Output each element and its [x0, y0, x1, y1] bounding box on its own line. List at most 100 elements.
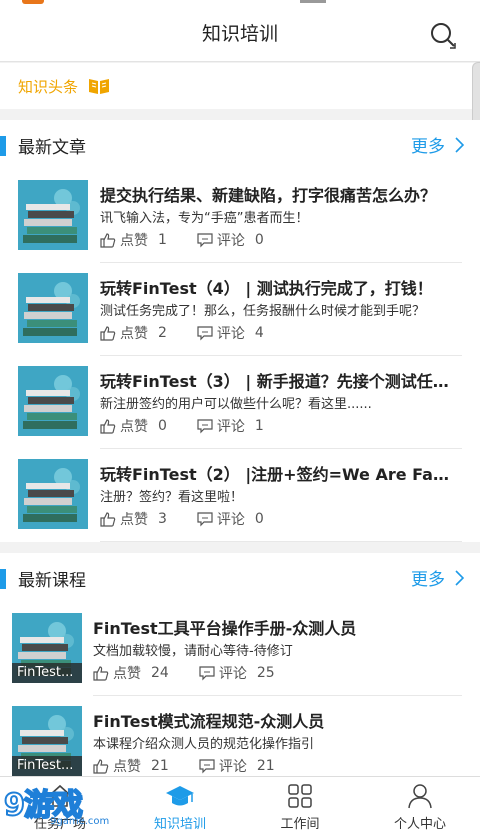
app-header: 知识培训 — [0, 6, 480, 62]
tab-label: 工作间 — [280, 817, 320, 832]
item-thumbnail: FinTest... — [12, 613, 82, 683]
like-button[interactable]: 点赞 1 — [100, 230, 167, 250]
course-item[interactable]: FinTest... FinTest工具平台操作手册-众测人员文档加载较慢，请耐心… — [0, 603, 480, 696]
tab-workspace[interactable]: 工作间 — [240, 777, 360, 832]
comment-button[interactable]: 评论 25 — [199, 663, 275, 683]
item-title: 提交执行结果、新建缺陷，打字很痛苦怎么办？ — [100, 186, 437, 205]
item-meta: 点赞 21 评论 21 — [93, 756, 275, 776]
item-title: 玩转FinTest（4） | 测试执行完成了，打钱！ — [100, 279, 433, 298]
item-thumbnail: FinTest... — [12, 706, 82, 776]
like-count: 0 — [158, 418, 167, 434]
like-button[interactable]: 点赞 2 — [100, 323, 167, 343]
courses-header: 最新课程 更多 — [0, 553, 480, 603]
section-accent-bar — [0, 136, 6, 156]
comment-icon — [197, 232, 213, 247]
book-stack-thumbnail — [18, 180, 88, 250]
item-title: 玩转FinTest（2） |注册+签约=We Are Family — [100, 465, 458, 484]
headline-banner[interactable]: 知识头条 — [0, 63, 480, 109]
book-icon — [89, 79, 109, 94]
comment-label: 评论 — [216, 512, 245, 528]
thumbs-up-icon — [100, 233, 116, 248]
like-label: 点赞 — [120, 326, 148, 342]
article-item[interactable]: 提交执行结果、新建缺陷，打字很痛苦怎么办？ 讯飞输入法，专为“手癌”患者而生！ 点赞… — [0, 170, 480, 263]
comment-count: 21 — [256, 758, 275, 774]
like-count: 24 — [151, 665, 169, 681]
book-stack-thumbnail — [18, 366, 88, 436]
divider — [100, 541, 462, 542]
tab-label: 个人中心 — [393, 817, 446, 832]
comment-button[interactable]: 评论 0 — [197, 230, 264, 250]
item-title: FinTest工具平台操作手册-众测人员 — [93, 619, 357, 638]
articles-section: 最新文章 更多 提交执行结果、新建缺陷，打字很痛苦怎么办？ 讯飞输入法，专为“手癌… — [0, 120, 480, 542]
article-item[interactable]: 玩转FinTest（2） |注册+签约=We Are Family 注册？签约？看… — [0, 449, 480, 542]
like-label: 点赞 — [120, 419, 148, 435]
thumbs-up-icon — [100, 419, 116, 434]
section-title: 最新文章 — [18, 138, 86, 158]
articles-header: 最新文章 更多 — [0, 120, 480, 170]
like-count: 21 — [151, 758, 169, 774]
comment-count: 0 — [254, 232, 264, 248]
search-icon[interactable] — [428, 20, 458, 50]
thumbs-up-icon — [100, 512, 116, 527]
page-title: 知识培训 — [201, 23, 278, 45]
thumbnail-caption: FinTest... — [12, 663, 82, 683]
chevron-right-icon — [455, 136, 464, 153]
like-label: 点赞 — [120, 233, 148, 249]
headline-label: 知识头条 — [18, 78, 79, 96]
comment-button[interactable]: 评论 0 — [197, 509, 264, 529]
item-meta: 点赞 2 评论 4 — [100, 323, 264, 343]
item-description: 本课程介绍众测人员的规范化操作指引 — [93, 737, 315, 752]
item-description: 讯飞输入法，专为“手癌”患者而生！ — [100, 211, 309, 226]
item-thumbnail — [18, 459, 88, 529]
like-button[interactable]: 点赞 0 — [100, 416, 167, 436]
courses-section: 最新课程 更多 FinTest... FinTest工具平台操作手册-众测人员文档… — [0, 553, 480, 789]
courses-more-link[interactable]: 更多 — [411, 565, 464, 590]
like-label: 点赞 — [113, 666, 141, 682]
thumbnail-caption: FinTest... — [12, 756, 82, 776]
comment-label: 评论 — [218, 759, 247, 775]
item-thumbnail — [18, 180, 88, 250]
thumbs-up-icon — [93, 666, 109, 681]
articles-more-link[interactable]: 更多 — [411, 132, 464, 157]
section-accent-bar — [0, 569, 6, 589]
comment-icon — [197, 511, 213, 526]
grid-icon — [288, 784, 312, 808]
comment-count: 0 — [254, 511, 264, 527]
item-title: FinTest模式流程规范-众测人员 — [93, 712, 325, 731]
comment-button[interactable]: 评论 21 — [199, 756, 275, 776]
more-label: 更多 — [411, 137, 445, 157]
comment-button[interactable]: 评论 1 — [197, 416, 264, 436]
item-description: 新注册签约的用户可以做些什么呢？看这里...... — [100, 397, 372, 412]
watermark-logo: 9游戏 9game.com — [3, 780, 164, 832]
item-description: 测试任务完成了！那么，任务报酬什么时候才能到手呢？ — [100, 304, 426, 319]
like-label: 点赞 — [120, 512, 148, 528]
comment-icon — [197, 325, 213, 340]
graduation-cap-icon — [166, 786, 194, 806]
more-label: 更多 — [411, 570, 445, 590]
tab-personal-center[interactable]: 个人中心 — [360, 777, 480, 832]
item-description: 文档加载较慢，请耐心等待-待修订 — [93, 644, 293, 659]
like-button[interactable]: 点赞 21 — [93, 756, 169, 776]
item-description: 注册？签约？看这里啦！ — [100, 490, 244, 505]
article-item[interactable]: 玩转FinTest（3） | 新手报道？先接个测试任务... 新注册签约的用户可以… — [0, 356, 480, 449]
person-icon — [408, 784, 432, 809]
like-button[interactable]: 点赞 3 — [100, 509, 167, 529]
comment-label: 评论 — [216, 233, 245, 249]
comment-count: 4 — [254, 325, 264, 341]
course-list: FinTest... FinTest工具平台操作手册-众测人员文档加载较慢，请耐心… — [0, 603, 480, 789]
article-item[interactable]: 玩转FinTest（4） | 测试执行完成了，打钱！ 测试任务完成了！那么，任务报… — [0, 263, 480, 356]
book-stack-thumbnail — [18, 459, 88, 529]
book-stack-thumbnail — [18, 273, 88, 343]
comment-icon — [197, 418, 213, 433]
comment-button[interactable]: 评论 4 — [197, 323, 264, 343]
like-count: 3 — [158, 511, 167, 527]
comment-count: 25 — [256, 665, 275, 681]
chevron-right-icon — [455, 569, 464, 586]
like-count: 2 — [158, 325, 167, 341]
comment-label: 评论 — [216, 419, 245, 435]
status-indicator — [22, 0, 44, 4]
like-button[interactable]: 点赞 24 — [93, 663, 169, 683]
comment-count: 1 — [254, 418, 264, 434]
item-meta: 点赞 0 评论 1 — [100, 416, 264, 436]
comment-icon — [199, 665, 215, 680]
